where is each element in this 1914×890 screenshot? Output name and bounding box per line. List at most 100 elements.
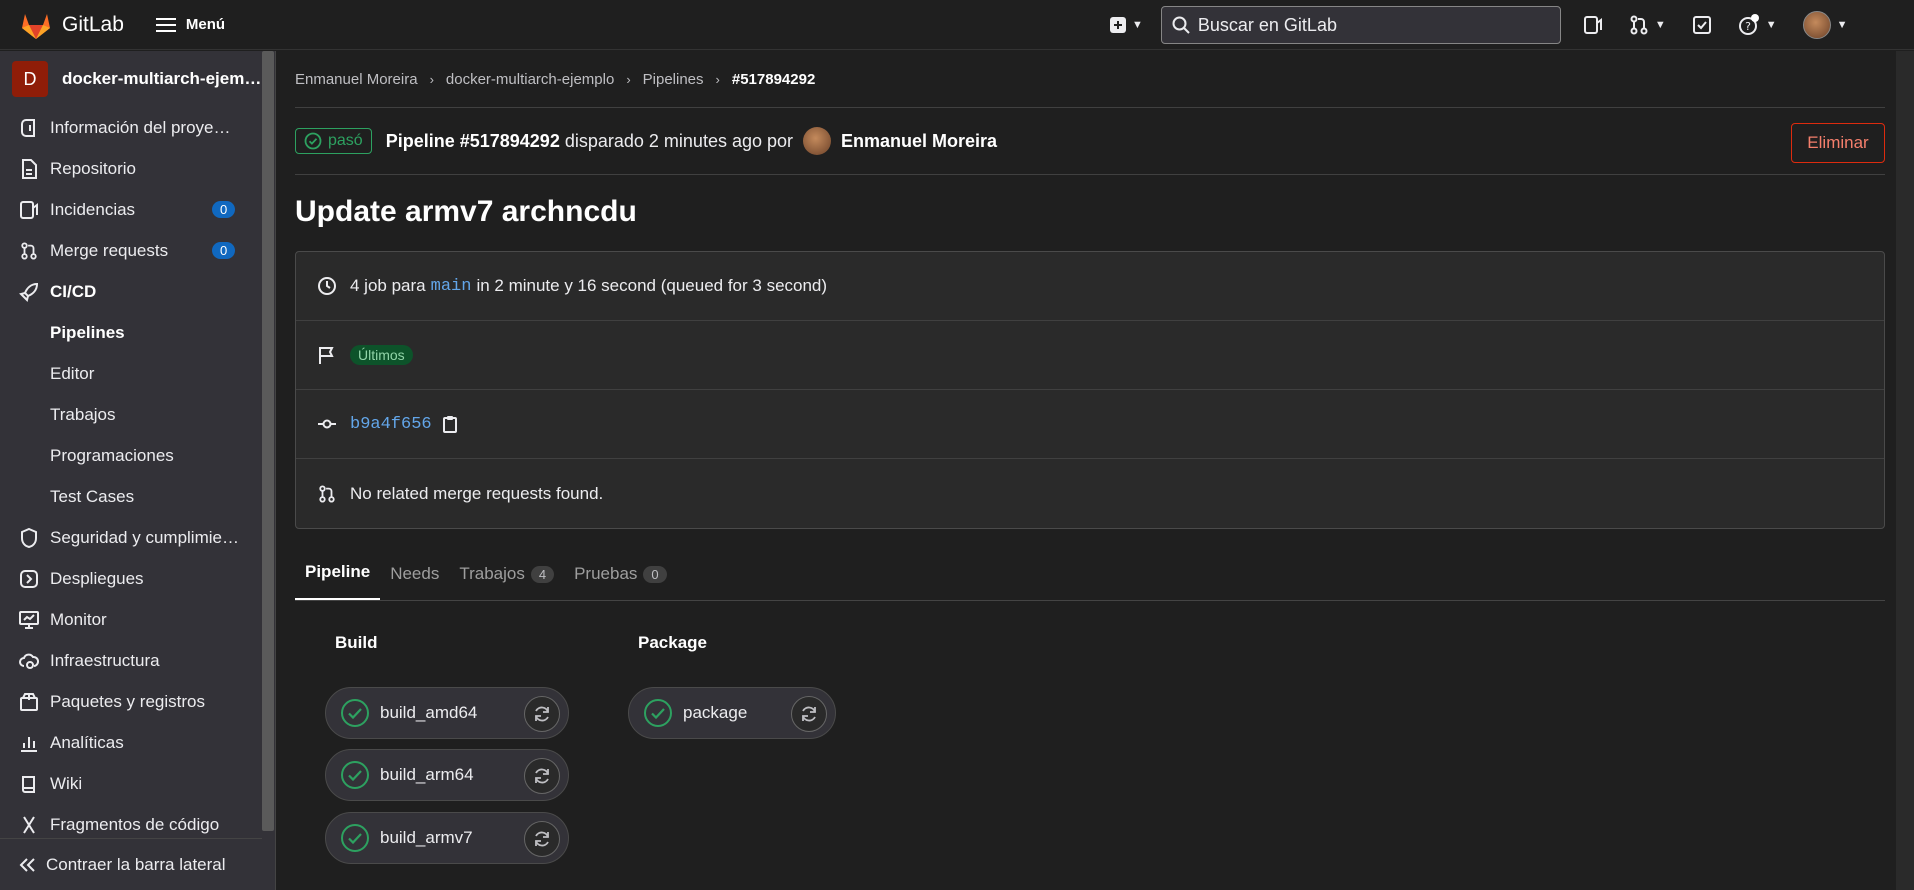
retry-button[interactable] [524, 758, 560, 794]
retry-button[interactable] [524, 821, 560, 857]
chevron-down-icon: ▼ [1132, 19, 1143, 31]
brand-name: GitLab [62, 12, 124, 36]
sidebar-subitem-schedules[interactable]: Programaciones [0, 435, 275, 476]
sidebar-scrollbar[interactable] [262, 51, 274, 831]
sidebar-item-security[interactable]: Seguridad y cumplimie… [0, 517, 275, 558]
chevron-down-icon: ▼ [1765, 19, 1777, 31]
info-row-merge-requests: No related merge requests found. [296, 459, 1884, 528]
plus-square-icon [1110, 17, 1126, 33]
sidebar-item-monitor[interactable]: Monitor [0, 599, 275, 640]
breadcrumb-item[interactable]: docker-multiarch-ejemplo [446, 71, 614, 88]
sidebar-item-label: Wiki [50, 773, 83, 793]
tab-jobs[interactable]: Trabajos 4 [449, 564, 564, 600]
sidebar-item-deployments[interactable]: Despliegues [0, 558, 275, 599]
commit-sha-link[interactable]: b9a4f656 [350, 415, 432, 434]
search-icon [1172, 16, 1190, 34]
tab-tests[interactable]: Pruebas 0 [564, 564, 677, 600]
todos-button[interactable] [1692, 15, 1712, 35]
help-dropdown[interactable]: ? ▼ [1738, 14, 1777, 36]
merge-requests-count-badge: 0 [212, 242, 236, 259]
sidebar-item-label: Paquetes y registros [50, 691, 205, 711]
breadcrumb-current[interactable]: #517894292 [732, 71, 815, 88]
chart-icon [18, 732, 40, 754]
pipeline-id: Pipeline #517894292 [385, 130, 560, 151]
brand[interactable]: GitLab [20, 10, 124, 40]
job-build-arm64[interactable]: build_arm64 [325, 749, 569, 801]
project-name: docker-multiarch-ejemplo [62, 69, 262, 88]
user-menu[interactable]: ▼ [1802, 11, 1848, 39]
sidebar-item-label: Información del proye… [50, 117, 231, 137]
status-label: pasó [328, 132, 363, 149]
sidebar-item-label: Merge requests [50, 240, 169, 260]
clock-icon [316, 276, 338, 296]
chevron-right-icon: › [715, 71, 720, 87]
merge-requests-top-button[interactable]: ▼ [1629, 15, 1666, 35]
sidebar-item-issues[interactable]: Incidencias 0 [0, 189, 275, 230]
author-avatar[interactable] [803, 127, 832, 155]
chevron-down-icon: ▼ [1836, 19, 1848, 31]
breadcrumb-item[interactable]: Enmanuel Moreira [295, 71, 418, 88]
breadcrumb: Enmanuel Moreira › docker-multiarch-ejem… [295, 51, 1885, 107]
retry-button[interactable] [791, 696, 827, 732]
commit-icon [316, 414, 338, 434]
status-badge[interactable]: pasó [295, 128, 372, 154]
job-package[interactable]: package [628, 687, 836, 739]
sidebar-item-packages[interactable]: Paquetes y registros [0, 681, 275, 722]
sidebar-subitem-test-cases[interactable]: Test Cases [0, 476, 275, 517]
sidebar-item-repository[interactable]: Repositorio [0, 148, 275, 189]
retry-button[interactable] [524, 696, 560, 732]
double-chevron-left-icon [19, 857, 35, 872]
job-name: build_amd64 [380, 703, 478, 722]
sidebar-subitem-pipelines[interactable]: Pipelines [0, 312, 275, 353]
sidebar-item-label: Fragmentos de código [50, 814, 220, 834]
sidebar-subitem-editor[interactable]: Editor [0, 353, 275, 394]
sidebar-item-label: Infraestructura [50, 650, 160, 670]
sidebar-item-label: CI/CD [50, 281, 97, 301]
sidebar: D docker-multiarch-ejemplo Información d… [0, 51, 276, 890]
page-scrollbar[interactable] [1896, 51, 1914, 890]
triggered-text: disparado 2 minutes ago por [564, 130, 794, 151]
help-icon: ? [1738, 14, 1759, 35]
copy-icon[interactable] [442, 415, 458, 433]
chevron-right-icon: › [626, 71, 631, 87]
sidebar-item-analytics[interactable]: Analíticas [0, 722, 275, 763]
job-name: package [683, 703, 748, 722]
stage-title-build: Build [335, 633, 378, 652]
sidebar-item-merge-requests[interactable]: Merge requests 0 [0, 230, 275, 271]
svg-text:?: ? [1745, 20, 1751, 33]
search-input[interactable] [1197, 14, 1538, 36]
new-item-dropdown[interactable]: ▼ [1110, 17, 1143, 33]
author-name[interactable]: Enmanuel Moreira [841, 131, 997, 152]
info-icon [18, 117, 40, 139]
check-circle-icon [304, 132, 322, 150]
sidebar-item-wiki[interactable]: Wiki [0, 763, 275, 804]
branch-link[interactable]: main [431, 277, 472, 296]
sidebar-item-project-info[interactable]: Información del proye… [0, 107, 275, 148]
tab-pipeline[interactable]: Pipeline [295, 562, 381, 600]
job-build-amd64[interactable]: build_amd64 [325, 687, 569, 739]
issues-top-button[interactable] [1583, 15, 1603, 35]
delete-button[interactable]: Eliminar [1791, 123, 1885, 163]
flag-icon [316, 345, 338, 365]
tab-needs[interactable]: Needs [380, 564, 449, 600]
project-header[interactable]: D docker-multiarch-ejemplo [0, 51, 275, 107]
chevron-down-icon: ▼ [1654, 19, 1666, 31]
project-avatar: D [12, 61, 48, 97]
job-build-armv7[interactable]: build_armv7 [325, 812, 569, 864]
pipeline-info-box: 4 job para main in 2 minute y 16 second … [295, 251, 1885, 529]
sidebar-item-infrastructure[interactable]: Infraestructura [0, 640, 275, 681]
tab-count-badge: 0 [643, 565, 667, 583]
search-box[interactable] [1160, 6, 1561, 44]
menu-button[interactable]: Menú [155, 14, 225, 36]
merge-request-icon [316, 484, 338, 503]
info-row-commit: b9a4f656 [296, 390, 1884, 459]
sidebar-subitem-jobs[interactable]: Trabajos [0, 394, 275, 435]
retry-icon [802, 706, 816, 722]
shield-icon [18, 527, 40, 549]
breadcrumb-item[interactable]: Pipelines [643, 71, 704, 88]
sidebar-item-cicd[interactable]: CI/CD [0, 271, 275, 312]
check-circle-icon [341, 699, 369, 727]
sidebar-item-label: Seguridad y cumplimie… [50, 527, 239, 547]
collapse-sidebar-button[interactable]: Contraer la barra lateral [0, 838, 262, 890]
book-icon [18, 773, 40, 795]
